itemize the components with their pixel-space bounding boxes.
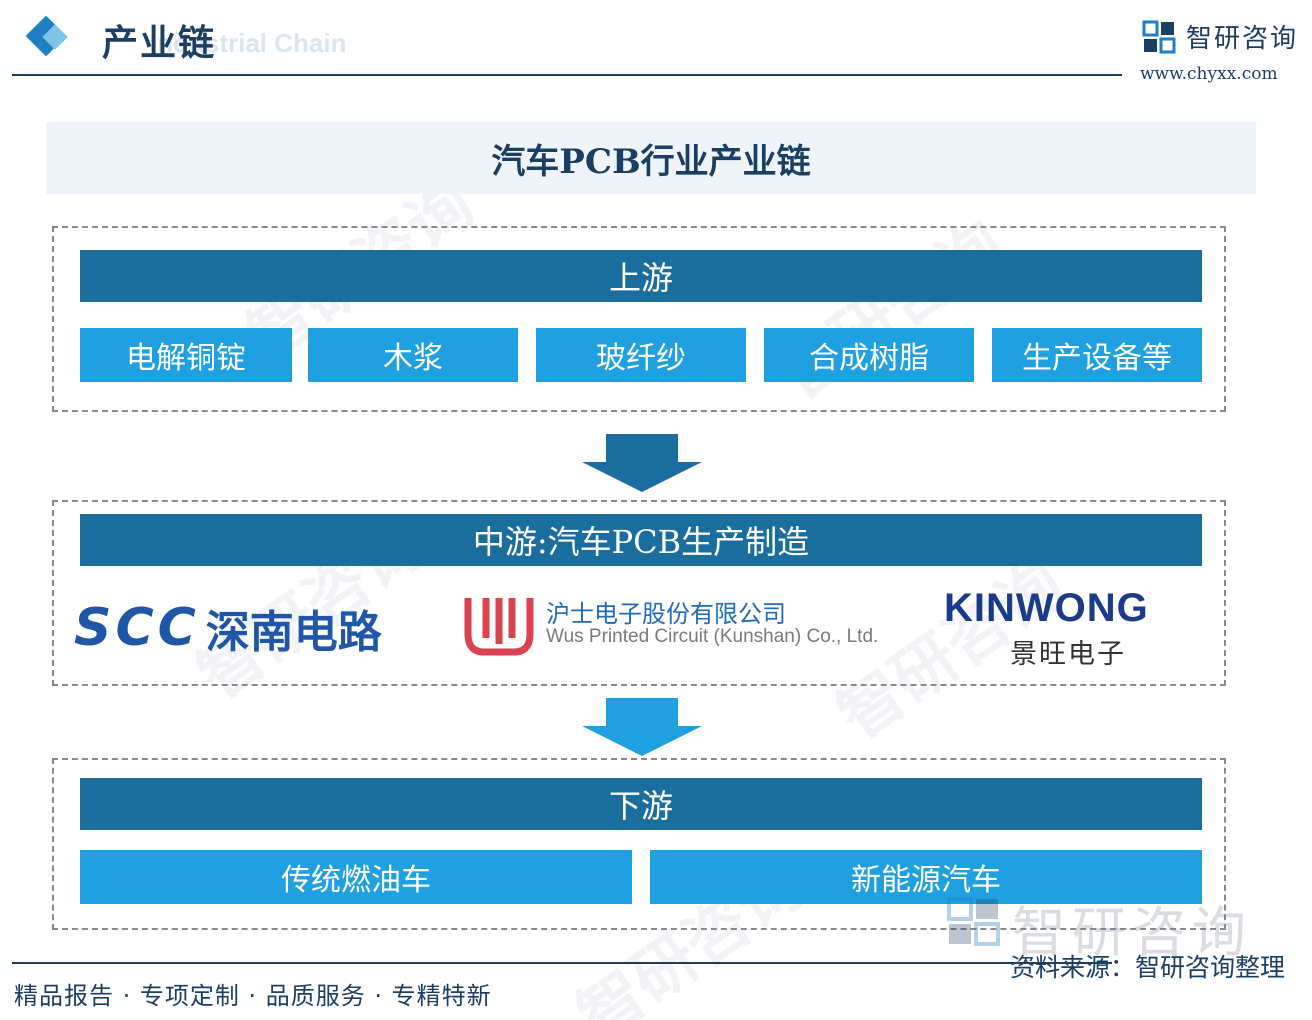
header-divider xyxy=(12,74,1122,76)
kinwong-logo-en: KINWONG xyxy=(944,586,1149,630)
upstream-item: 生产设备等 xyxy=(992,328,1202,382)
scc-logo-cn: 深南电路 xyxy=(205,607,382,658)
kinwong-logo-cn: 景旺电子 xyxy=(1010,639,1126,670)
footer-slogan: 精品报告 · 专项定制 · 品质服务 · 专精特新 xyxy=(14,982,492,1010)
page-title: 产业链 xyxy=(102,23,217,64)
scc-logo-en: SCC xyxy=(74,598,200,658)
upstream-item: 合成树脂 xyxy=(764,328,974,382)
downstream-item: 传统燃油车 xyxy=(80,850,632,904)
upstream-item: 电解铜锭 xyxy=(80,328,292,382)
wus-logo-en: Wus Printed Circuit (Kunshan) Co., Ltd. xyxy=(546,626,879,647)
main-title-bar: 汽车PCB行业产业链 xyxy=(46,122,1256,194)
wus-logo-icon xyxy=(464,598,534,656)
wus-logo-cn: 沪士电子股份有限公司 xyxy=(546,600,786,628)
footer-divider xyxy=(12,962,1112,964)
brand-url: www.chyxx.com xyxy=(1140,64,1278,84)
scc-logo: SCC 深南电路 xyxy=(74,596,382,660)
brand-name: 智研咨询 xyxy=(1186,24,1299,54)
diagram-title: 汽车PCB行业产业链 xyxy=(491,141,811,182)
brand-logo-icon xyxy=(1142,20,1176,54)
watermark-logo-icon xyxy=(947,897,1000,946)
down-arrow-icon xyxy=(582,434,702,492)
upstream-label: 上游 xyxy=(80,250,1202,302)
midstream-label: 中游:汽车PCB生产制造 xyxy=(80,514,1202,566)
down-arrow-icon xyxy=(582,698,702,756)
upstream-item: 玻纤纱 xyxy=(536,328,746,382)
source-note: 资料来源：智研咨询整理 xyxy=(1010,953,1286,982)
upstream-item: 木浆 xyxy=(308,328,518,382)
downstream-label: 下游 xyxy=(80,778,1202,830)
